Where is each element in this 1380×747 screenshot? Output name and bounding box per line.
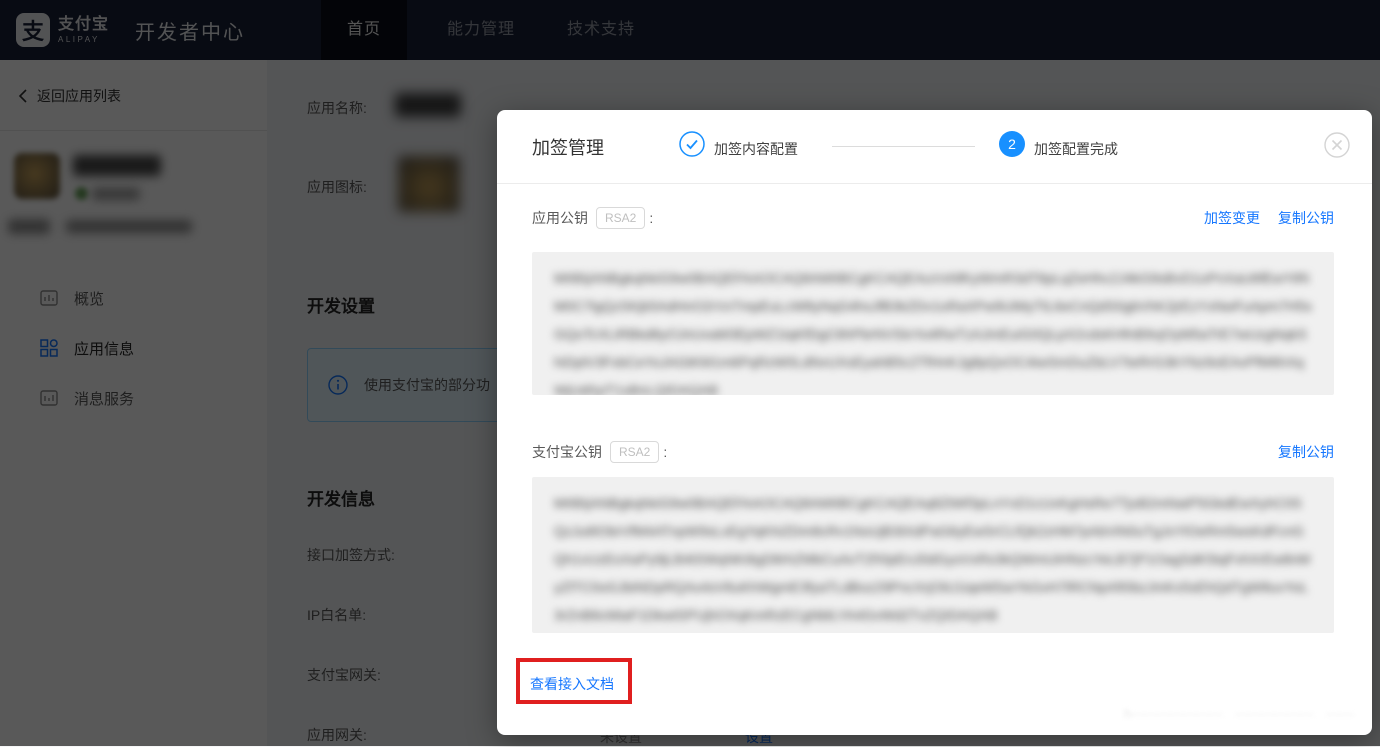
app-public-key-box: MIIBIjANBgkqhkiG9w0BAQEFAAOCAQ8AMIIBCgKC… [532,252,1334,395]
red-annotation-box [516,658,632,704]
step1-check-icon [679,131,705,157]
copy-app-public-key-link[interactable]: 复制公钥 [1278,208,1334,228]
copy-alipay-public-key-link[interactable]: 复制公钥 [1278,442,1334,462]
alipay-public-key-row: 支付宝公钥 RSA2 : 复制公钥 [532,441,1334,463]
close-icon[interactable] [1324,132,1350,158]
step2-label: 加签配置完成 [1034,139,1118,159]
alipay-public-key-box: MIIBIjANBgkqhkiG9w0BAQEFAAOCAQ8AMIIBCgKC… [532,477,1334,633]
app-public-key-row: 应用公钥 RSA2 : 加签变更 复制公钥 [532,207,1334,229]
alipay-public-key-label: 支付宝公钥 [532,442,602,462]
alipay-public-key-value-blurred: MIIBIjANBgkqhkiG9w0BAQEFAAOCAQ8AMIIBCgKC… [532,477,1334,633]
app-public-key-label: 应用公钥 [532,208,588,228]
modal-header: 加签管理 加签内容配置 2 加签配置完成 [497,110,1372,184]
step2-number-badge: 2 [999,131,1025,157]
alipay-key-actions: 复制公钥 [1278,442,1334,462]
signature-management-modal: 加签管理 加签内容配置 2 加签配置完成 应用公钥 RSA2 : 加签变更 复制… [497,110,1372,735]
modal-title: 加签管理 [532,134,604,160]
colon-text: : [649,210,653,226]
rsa2-badge: RSA2 [610,441,659,463]
watermark: h——————— —————— ——— [1124,703,1354,729]
app-key-actions: 加签变更 复制公钥 [1204,208,1334,228]
rsa2-badge: RSA2 [596,207,645,229]
step-connector-line [832,146,975,147]
sign-change-link[interactable]: 加签变更 [1204,208,1260,228]
colon-text: : [663,444,667,460]
step1-label: 加签内容配置 [714,139,798,159]
app-public-key-value-blurred: MIIBIjANBgkqhkiG9w0BAQEFAAOCAQ8AMIIBCgKC… [532,252,1334,395]
